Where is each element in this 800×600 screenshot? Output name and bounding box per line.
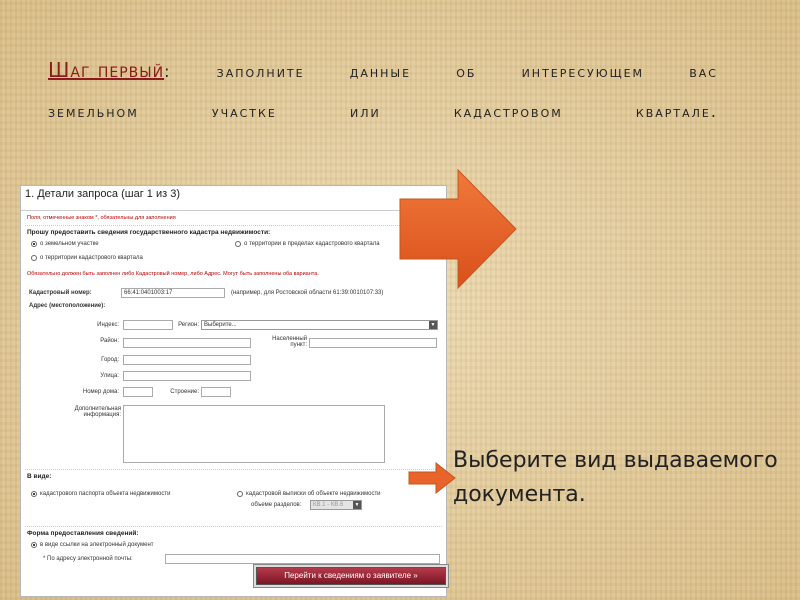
next-step-button[interactable]: Перейти к сведениям о заявителе » [256, 567, 446, 585]
radio-territory-label: о территории в пределах кадастрового ква… [244, 241, 380, 247]
index-input[interactable] [123, 320, 173, 330]
error-note: Обязательно должен быть заполнен либо Ка… [27, 271, 319, 277]
region-select[interactable]: Выберите... ▼ [201, 320, 438, 330]
chevron-down-icon: ▼ [429, 321, 437, 329]
title-word: данные [349, 62, 412, 81]
title-line-1: Шаг первый: заполните данные об интересу… [48, 58, 718, 88]
title-word: заполните [216, 62, 305, 81]
radio-territory[interactable] [235, 241, 241, 247]
email-input[interactable] [165, 554, 440, 564]
callout-text: Выберите вид выдаваемого документа. [453, 448, 778, 507]
step-label: Шаг первый [48, 58, 165, 82]
title-word: участке [211, 102, 277, 121]
request-form: 1. Детали запроса (шаг 1 из 3) Поля, отм… [20, 185, 447, 597]
form-header: 1. Детали запроса (шаг 1 из 3) [21, 186, 446, 211]
house-label: Номер дома: [82, 389, 119, 395]
title-word: или [349, 102, 381, 121]
title-word: интересующем [521, 62, 645, 81]
radio-territory-row[interactable]: о территории в пределах кадастрового ква… [235, 238, 380, 250]
radio-email[interactable] [31, 542, 37, 548]
view-section: В виде: кадастрового паспорта объекта не… [25, 469, 442, 524]
extra-label: Дополнительная информация: [74, 406, 121, 418]
slide-title: Шаг первый: заполните данные об интересу… [48, 58, 718, 132]
required-note: Поля, отмеченные знаком *, обязательны д… [27, 215, 176, 221]
pointer-arrow-icon [399, 168, 517, 290]
chevron-down-icon: ▼ [353, 501, 361, 509]
radio-quarter[interactable] [31, 255, 37, 261]
city-label: Город: [101, 357, 119, 363]
region-label: Регион: [178, 322, 199, 328]
street-label: Улица: [100, 373, 119, 379]
delivery-title: Форма предоставления сведений: [27, 530, 139, 537]
building-label: Строение: [170, 389, 199, 395]
radio-land-label: о земельном участке [40, 241, 99, 247]
extract-select[interactable]: КВ.1 - КВ.6 ▼ [310, 500, 362, 510]
view-title: В виде: [27, 473, 52, 480]
title-colon: : [164, 62, 172, 81]
cadastral-example: (например, для Ростовской области 61:39:… [231, 290, 384, 296]
extract-volume-label: объеме разделов: [251, 502, 302, 508]
address-title: Адрес (местоположение): [29, 303, 106, 309]
district-input[interactable] [123, 338, 251, 348]
title-word: об [456, 62, 477, 81]
region-select-value: Выберите... [204, 322, 237, 328]
title-word: квартале. [635, 102, 718, 121]
radio-extract[interactable] [237, 491, 243, 497]
title-word: кадастровом [453, 102, 563, 121]
settlement-input[interactable] [309, 338, 437, 348]
cadastral-input[interactable]: 66:41:0401003:17 [121, 288, 225, 298]
radio-land-row[interactable]: о земельном участке [31, 238, 99, 250]
settlement-label: Населенный пункт: [272, 336, 307, 348]
radio-extract-row[interactable]: кадастровой выписки об объекте недвижимо… [237, 488, 381, 500]
cadastral-label: Кадастровый номер: [29, 290, 92, 296]
radio-quarter-label: о территории кадастрового квартала [40, 255, 143, 261]
extra-textarea[interactable] [123, 405, 385, 463]
email-label: * По адресу электронной почты: [43, 556, 133, 562]
radio-extract-label: кадастровой выписки об объекте недвижимо… [246, 491, 381, 497]
radio-email-row[interactable]: в виде ссылки на электронный документ [31, 539, 154, 551]
radio-passport[interactable] [31, 491, 37, 497]
callout-arrow-icon [408, 462, 456, 494]
request-section: Прошу предоставить сведения государствен… [25, 225, 442, 288]
radio-email-label: в виде ссылки на электронный документ [40, 542, 154, 548]
title-word: вас [689, 62, 718, 81]
district-label: Район: [100, 338, 119, 344]
request-section-title: Прошу предоставить сведения государствен… [27, 229, 271, 236]
title-line-2: земельном участке или кадастровом кварта… [48, 102, 718, 132]
house-input[interactable] [123, 387, 153, 397]
title-word: земельном [48, 102, 139, 121]
radio-quarter-row[interactable]: о территории кадастрового квартала [31, 252, 143, 264]
city-input[interactable] [123, 355, 251, 365]
radio-passport-label: кадастрового паспорта объекта недвижимос… [40, 491, 171, 497]
building-input[interactable] [201, 387, 231, 397]
radio-passport-row[interactable]: кадастрового паспорта объекта недвижимос… [31, 488, 170, 500]
radio-land[interactable] [31, 241, 37, 247]
extract-select-value: КВ.1 - КВ.6 [313, 502, 344, 508]
street-input[interactable] [123, 371, 251, 381]
index-label: Индекс: [97, 322, 119, 328]
